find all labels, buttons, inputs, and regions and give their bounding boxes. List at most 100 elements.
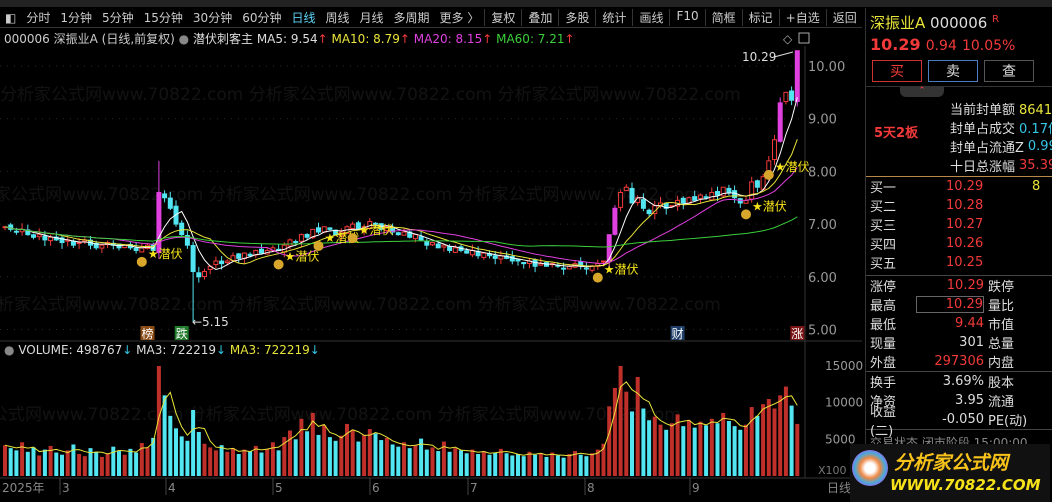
stat-label: 现量: [870, 337, 897, 352]
bid-price: 10.26: [946, 236, 984, 251]
volume-bar: [37, 455, 42, 476]
stat-label: 换手: [870, 376, 897, 391]
volume-bar: [584, 456, 589, 476]
event-badge-label: 榜: [142, 326, 154, 341]
candle-body: [783, 91, 789, 103]
bid-row: 买一 10.29 8: [866, 177, 1052, 196]
volume-bar: [202, 443, 207, 476]
volume-bar: [778, 395, 783, 476]
date-label: 7: [470, 481, 478, 495]
volume-bar: [744, 424, 748, 476]
volume-bar: [60, 454, 64, 476]
candle-body: [31, 234, 36, 238]
volume-dropdown-icon[interactable]: ●: [4, 343, 14, 357]
last-price: 10.29: [870, 35, 921, 54]
stat-row: 涨停 10.29 跌停: [866, 276, 1052, 295]
candle-body: [76, 242, 82, 245]
sell-button[interactable]: 卖: [928, 60, 978, 82]
stat-value: -0.050: [942, 412, 984, 427]
volume-bar: [641, 408, 646, 476]
candle-body: [703, 196, 709, 199]
volume-bar: [772, 408, 777, 476]
volume-bar: [42, 449, 47, 476]
stat-label: PE(动): [988, 414, 1028, 429]
volume-bar: [470, 449, 475, 476]
volume-bar: [612, 388, 617, 476]
stat-label: 涨停: [870, 280, 897, 295]
volume-bar: [362, 434, 367, 476]
volume-bar: [436, 451, 441, 476]
stat-label: 量比: [988, 299, 1015, 314]
kline-chart[interactable]: 10.009.008.007.006.005.0015000100005000X…: [0, 0, 865, 502]
seal-value: 0.99%: [1027, 139, 1052, 154]
bid-row: 买二 10.28: [866, 196, 1052, 215]
candle-body: [327, 227, 333, 230]
volume-bar: [231, 448, 235, 476]
volume-bar: [407, 448, 412, 476]
volume-bar: [607, 406, 612, 476]
volume-bar: [493, 452, 498, 476]
volume-bar: [624, 391, 629, 476]
candle-body: [777, 102, 783, 142]
volume-bar: [128, 448, 133, 476]
money-bag-icon: [313, 241, 324, 252]
candle-body: [447, 246, 453, 251]
volume-bar: [755, 415, 760, 476]
volume-bar: [498, 448, 503, 476]
stat-row: 外盘 297306 内盘: [866, 352, 1052, 371]
seal-row: 当前封单额8641万: [950, 99, 1052, 118]
volume-bar: [179, 436, 184, 476]
candle-body: [715, 191, 720, 196]
stat-label: 最高: [870, 299, 897, 314]
volume-bar: [162, 395, 167, 476]
volume-bar: [219, 445, 224, 476]
buy-button[interactable]: 买: [872, 60, 922, 82]
stat-label: 跌停: [988, 280, 1015, 295]
volume-bar: [265, 448, 270, 476]
volume-bar: [544, 456, 549, 476]
stat-label: 流通: [988, 395, 1015, 410]
volume-bar: [402, 442, 406, 476]
bid-price: 10.25: [946, 255, 984, 270]
stat-row: 换手 3.69% 股本: [866, 372, 1052, 391]
volume-bar: [766, 399, 771, 476]
candle-body: [133, 247, 139, 251]
candle-body: [304, 233, 310, 238]
candle-body: [680, 197, 686, 204]
diamond-icon[interactable]: ◇: [783, 32, 793, 46]
volume-bar: [333, 440, 338, 476]
down-arrow-icon: ↓: [216, 343, 227, 357]
volume-bar: [208, 447, 213, 476]
candle-body: [139, 247, 145, 253]
query-button[interactable]: 查: [984, 60, 1034, 82]
high-price-label: 10.29: [742, 50, 776, 64]
panel-toggle-icon[interactable]: [798, 32, 810, 44]
volume-bar: [567, 454, 572, 476]
date-label: 6: [372, 481, 380, 495]
candle-body: [196, 272, 202, 278]
volume-bar: [191, 410, 196, 476]
price-tick-label: 9.00: [808, 113, 837, 128]
volume-bar: [8, 448, 13, 476]
volume-bar: [635, 377, 640, 476]
volume-bar: [538, 453, 543, 476]
volume-bar: [3, 445, 7, 476]
volume-bar: [145, 447, 150, 476]
volume-bar: [726, 421, 731, 476]
low-price-label: ←5.15: [192, 315, 229, 329]
volume-bar: [242, 449, 247, 476]
money-bag-icon: [136, 256, 147, 267]
volume-bar: [789, 405, 794, 476]
volume-bar: [31, 447, 36, 476]
volume-bar: [578, 454, 583, 476]
high-pointer: [773, 51, 794, 58]
volume-bar: [99, 456, 104, 476]
volume-bar: [373, 433, 378, 476]
candle-body: [749, 181, 755, 200]
candle-body: [435, 243, 441, 249]
stat-label: 总量: [988, 337, 1015, 352]
volume-bar: [71, 444, 76, 476]
collapse-chevron-icon[interactable]: ⌃: [900, 87, 944, 97]
candle-body: [298, 234, 304, 242]
volume-bar: [618, 366, 623, 476]
